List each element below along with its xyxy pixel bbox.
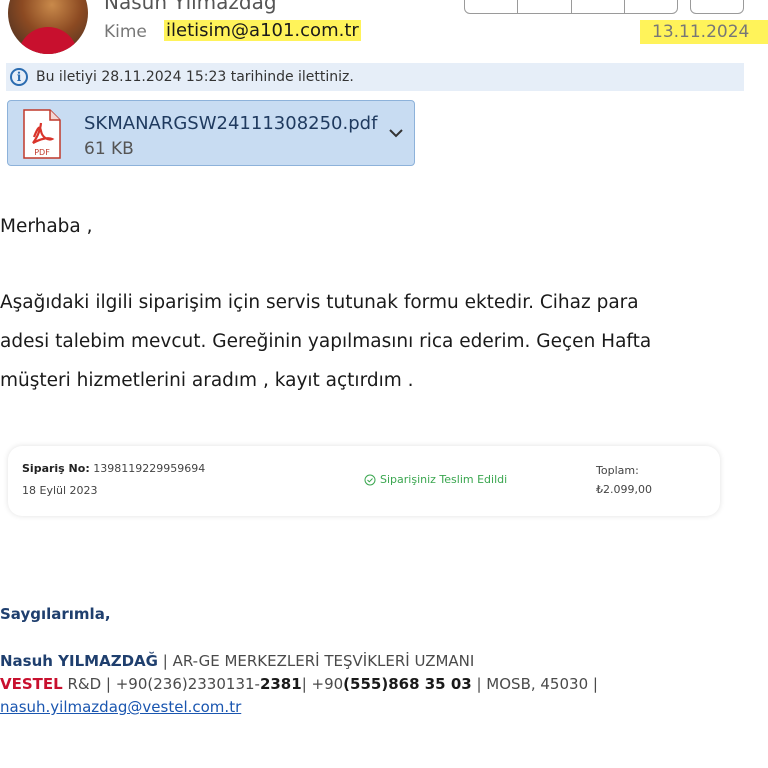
signature-separator: |: [157, 652, 173, 670]
attachment-filename[interactable]: SKMANARGSW24111308250.pdf: [84, 113, 377, 134]
signature-line-3: nasuh.yilmazdag@vestel.com.tr: [0, 698, 241, 716]
phone-extension: 2381: [259, 675, 302, 693]
avatar-shirt: [18, 27, 78, 54]
pdf-icon-label: PDF: [34, 148, 50, 157]
recipient-address[interactable]: iletisim@a101.com.tr: [164, 20, 361, 41]
signature-email-link[interactable]: nasuh.yilmazdag@vestel.com.tr: [0, 698, 241, 716]
order-summary-card: Sipariş No: 1398119229959694 18 Eylül 20…: [8, 446, 720, 516]
attachment-card[interactable]: PDF SKMANARGSW24111308250.pdf 61 KB: [7, 100, 415, 166]
body-line-3: müşteri hizmetlerini aradım , kayıt açtı…: [0, 370, 414, 391]
order-date: 18 Eylül 2023: [22, 484, 98, 497]
message-actions-group[interactable]: [464, 0, 678, 14]
forwarded-info-bar: i Bu iletiyi 28.11.2024 15:23 tarihinde …: [6, 63, 744, 91]
signature-title: AR-GE MERKEZLERİ TEŞVİKLERİ UZMANI: [172, 652, 475, 670]
signature-line-1: Nasuh YILMAZDAĞ | AR-GE MERKEZLERİ TEŞVİ…: [0, 652, 474, 670]
signature-line-2: VESTEL R&D | +90(236)2330131-2381| +90(5…: [0, 675, 598, 693]
body-line-2: adesi talebim mevcut. Gereğinin yapılmas…: [0, 331, 652, 352]
check-circle-icon: [364, 474, 376, 485]
to-label: Kime: [104, 22, 147, 42]
signature-name: Nasuh YILMAZDAĞ: [0, 652, 158, 670]
forwarded-info-text: Bu iletiyi 28.11.2024 15:23 tarihinde il…: [36, 69, 354, 85]
forward-button[interactable]: [572, 0, 625, 13]
signature-separator-2: | +90: [301, 675, 344, 693]
overflow-button[interactable]: [690, 0, 744, 14]
signature-address: | MOSB, 45030 |: [471, 675, 598, 693]
company-name: VESTEL: [0, 675, 63, 693]
order-status: Siparişiniz Teslim Edildi: [364, 473, 507, 486]
body-line-1: Aşağıdaki ilgili siparişim için servis t…: [0, 292, 639, 313]
more-actions-button[interactable]: [625, 0, 677, 13]
order-number-label: Sipariş No:: [22, 462, 90, 475]
pdf-icon: PDF: [23, 109, 61, 159]
chevron-down-icon[interactable]: [386, 123, 406, 143]
order-number: 1398119229959694: [93, 462, 206, 475]
order-number-row: Sipariş No: 1398119229959694: [22, 462, 205, 475]
info-icon: i: [10, 68, 28, 86]
signature-closing: Saygılarımla,: [0, 605, 111, 623]
message-date: 13.11.2024: [640, 20, 768, 44]
sender-name[interactable]: Nasuh Yılmazdağ: [104, 0, 277, 14]
sender-avatar[interactable]: [8, 0, 88, 54]
reply-button[interactable]: [465, 0, 519, 13]
reply-all-button[interactable]: [518, 0, 572, 13]
order-status-text: Siparişiniz Teslim Edildi: [380, 473, 508, 486]
attachment-size: 61 KB: [84, 139, 134, 159]
order-total-label: Toplam:: [596, 464, 639, 477]
signature-department-phone: R&D | +90(236)2330131-: [62, 675, 260, 693]
mobile-number: (555)868 35 03: [343, 675, 472, 693]
greeting-text: Merhaba ,: [0, 216, 93, 237]
order-total-value: ₺2.099,00: [596, 483, 652, 496]
